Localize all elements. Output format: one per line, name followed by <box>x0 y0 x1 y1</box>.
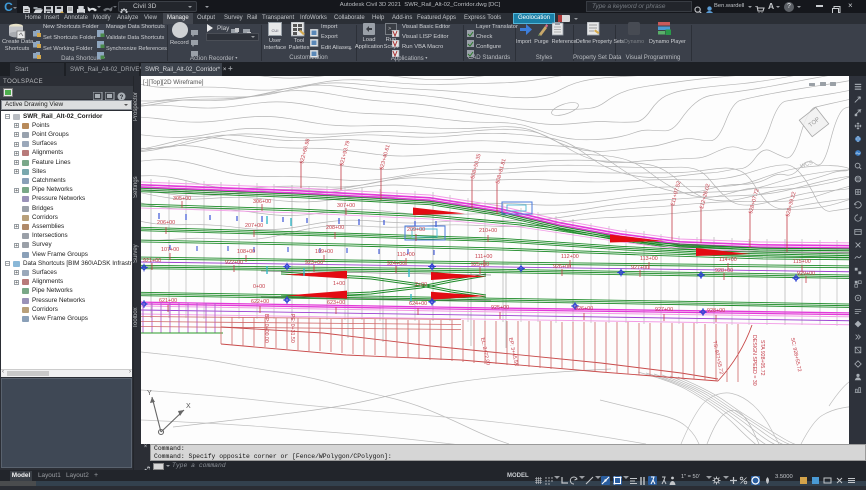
svg-text:925+00: 925+00 <box>491 305 509 311</box>
svg-text:210+00: 210+00 <box>479 228 497 234</box>
svg-text:1+00: 1+00 <box>333 281 345 287</box>
svg-text:115+00: 115+00 <box>793 259 811 265</box>
svg-text:112+00: 112+00 <box>561 254 579 260</box>
svg-text:928+00: 928+00 <box>707 308 725 314</box>
svg-text:622+00: 622+00 <box>251 299 269 305</box>
svg-text:BP: 0+00.00: BP: 0+00.00 <box>263 314 269 343</box>
svg-text:926+00: 926+00 <box>575 306 593 312</box>
svg-text:624+00: 624+00 <box>409 301 427 307</box>
svg-text:108+00: 108+00 <box>237 249 255 255</box>
svg-text:X: X <box>186 403 191 410</box>
svg-text:STA 928+05.72: STA 928+05.72 <box>759 340 765 376</box>
svg-text:927+00: 927+00 <box>655 307 673 313</box>
svg-text:109+00: 109+00 <box>315 249 333 255</box>
svg-text:PE: 0+31.50: PE: 0+31.50 <box>289 314 295 343</box>
svg-text:621+00: 621+00 <box>159 298 177 304</box>
svg-text:Y: Y <box>147 390 152 397</box>
svg-text:208+00: 208+00 <box>326 225 344 231</box>
svg-text:207+00: 207+00 <box>245 223 263 229</box>
svg-text:2+00: 2+00 <box>415 282 427 288</box>
svg-text:209+00: 209+00 <box>407 227 425 233</box>
svg-text:113+00: 113+00 <box>640 256 658 262</box>
svg-text:206+00: 206+00 <box>157 220 175 226</box>
svg-text:110+00: 110+00 <box>397 252 415 258</box>
svg-text:107+00: 107+00 <box>161 247 179 253</box>
svg-text:DESIGN SPEED = 30: DESIGN SPEED = 30 <box>751 335 757 386</box>
svg-text:111+00: 111+00 <box>475 254 492 260</box>
svg-text:623+00: 623+00 <box>327 300 345 306</box>
svg-text:0+00: 0+00 <box>253 284 265 290</box>
svg-text:114+00: 114+00 <box>719 257 737 263</box>
